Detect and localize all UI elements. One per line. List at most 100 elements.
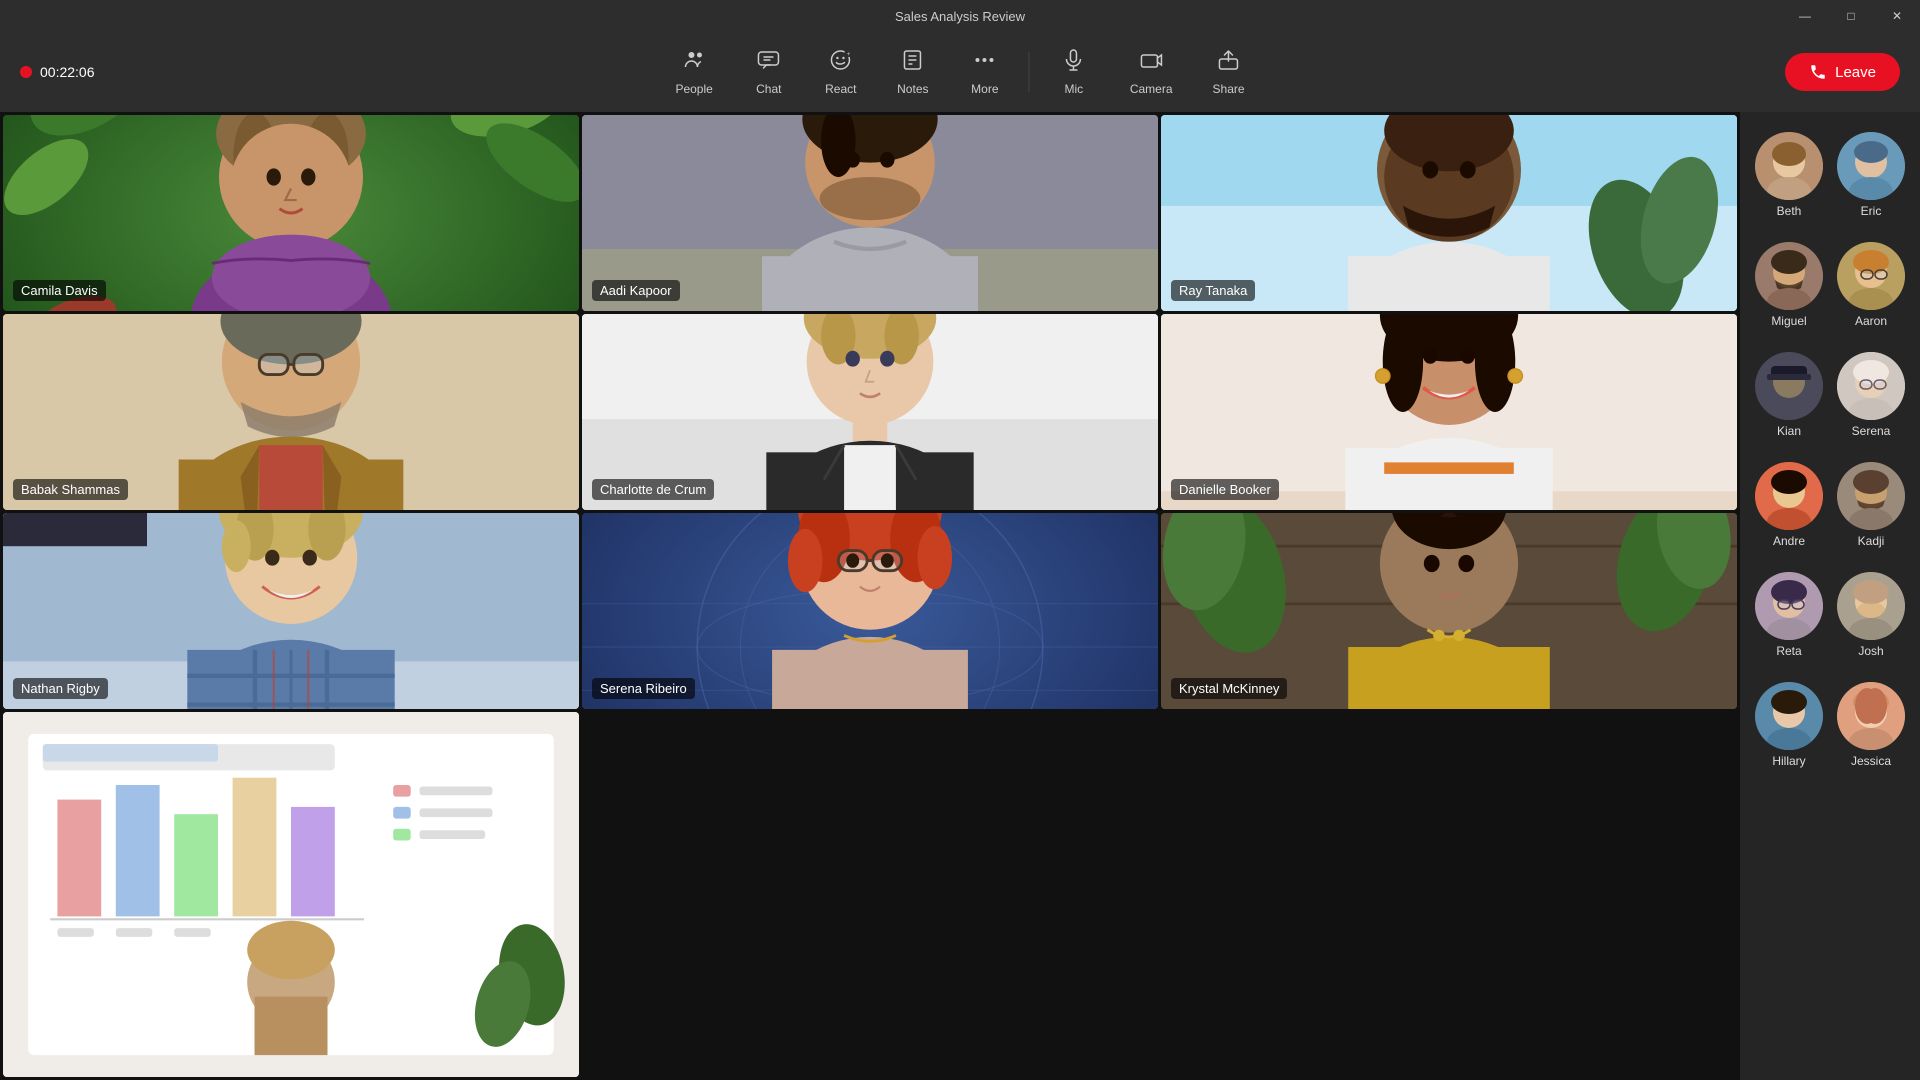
people-label: People — [675, 82, 712, 96]
video-cell-camila[interactable]: Camila Davis — [3, 115, 579, 311]
name-reta: Reta — [1776, 644, 1801, 658]
sidebar-item-miguel[interactable]: Miguel — [1751, 234, 1827, 336]
video-cell-serena-r[interactable]: Serena Ribeiro — [582, 513, 1158, 709]
camera-label: Camera — [1130, 82, 1173, 96]
share-label: Share — [1213, 82, 1245, 96]
name-jessica: Jessica — [1851, 754, 1891, 768]
sidebar-item-kadji[interactable]: Kadji — [1833, 454, 1909, 556]
sidebar-row-3: Andre Kadji — [1740, 450, 1920, 560]
label-aadi: Aadi Kapoor — [592, 280, 680, 301]
kian-avatar-img — [1755, 352, 1823, 420]
toolbar-center: People Chat — [659, 40, 1260, 104]
camera-icon — [1139, 48, 1163, 78]
title-bar: Sales Analysis Review — □ ✕ — [0, 0, 1920, 32]
camera-button[interactable]: Camera — [1114, 40, 1189, 104]
avatar-hillary — [1755, 682, 1823, 750]
avatar-serena — [1837, 352, 1905, 420]
share-icon — [1217, 48, 1241, 78]
aaron-avatar-img — [1837, 242, 1905, 310]
sidebar-item-reta[interactable]: Reta — [1751, 564, 1827, 666]
more-icon — [973, 48, 997, 78]
sidebar-item-andre[interactable]: Andre — [1751, 454, 1827, 556]
label-camila: Camila Davis — [13, 280, 106, 301]
svg-text:+: + — [847, 52, 851, 58]
sidebar-row-2: Kian Serena — [1740, 340, 1920, 450]
more-button[interactable]: More — [953, 40, 1017, 104]
people-icon — [682, 48, 706, 78]
avatar-andre — [1755, 462, 1823, 530]
react-label: React — [825, 82, 856, 96]
more-label: More — [971, 82, 998, 96]
maximize-button[interactable]: □ — [1828, 0, 1874, 32]
mic-icon — [1062, 48, 1086, 78]
name-aaron: Aaron — [1855, 314, 1887, 328]
leave-label: Leave — [1835, 64, 1876, 81]
hillary-avatar-img — [1755, 682, 1823, 750]
reta-avatar-img — [1755, 572, 1823, 640]
kadji-avatar-img — [1837, 462, 1905, 530]
chat-button[interactable]: Chat — [737, 40, 801, 104]
notes-label: Notes — [897, 82, 928, 96]
leave-button[interactable]: Leave — [1785, 53, 1900, 91]
close-button[interactable]: ✕ — [1874, 0, 1920, 32]
people-button[interactable]: People — [659, 40, 728, 104]
video-cell-ray[interactable]: Ray Tanaka — [1161, 115, 1737, 311]
mic-button[interactable]: Mic — [1042, 40, 1106, 104]
miguel-avatar-img — [1755, 242, 1823, 310]
recording-time: 00:22:06 — [40, 64, 95, 80]
name-hillary: Hillary — [1772, 754, 1805, 768]
sidebar-row-0: Beth Eric — [1740, 120, 1920, 230]
avatar-jessica — [1837, 682, 1905, 750]
recording-dot — [20, 66, 32, 78]
name-andre: Andre — [1773, 534, 1805, 548]
toolbar: 00:22:06 People — [0, 32, 1920, 112]
sidebar-item-aaron[interactable]: Aaron — [1833, 234, 1909, 336]
video-cell-danielle[interactable]: Danielle Booker — [1161, 314, 1737, 510]
window-title: Sales Analysis Review — [895, 9, 1025, 24]
recording-badge: 00:22:06 — [20, 64, 95, 80]
video-cell-aadi[interactable]: Aadi Kapoor — [582, 115, 1158, 311]
eric-avatar-img — [1837, 132, 1905, 200]
video-cell-nathan[interactable]: Nathan Rigby — [3, 513, 579, 709]
sidebar-item-josh[interactable]: Josh — [1833, 564, 1909, 666]
sidebar-item-kian[interactable]: Kian — [1751, 344, 1827, 446]
avatar-josh — [1837, 572, 1905, 640]
share-screen-svg — [3, 712, 579, 1077]
notes-icon — [901, 48, 925, 78]
label-ray: Ray Tanaka — [1171, 280, 1255, 301]
label-danielle: Danielle Booker — [1171, 479, 1279, 500]
sidebar-row-5: Hillary Jessica — [1740, 670, 1920, 780]
react-button[interactable]: + React — [809, 40, 873, 104]
sidebar-item-serena[interactable]: Serena — [1833, 344, 1909, 446]
notes-button[interactable]: Notes — [881, 40, 945, 104]
name-eric: Eric — [1861, 204, 1882, 218]
label-charlotte: Charlotte de Crum — [592, 479, 714, 500]
avatar-eric — [1837, 132, 1905, 200]
sidebar-item-jessica[interactable]: Jessica — [1833, 674, 1909, 776]
avatar-kadji — [1837, 462, 1905, 530]
video-cell-share[interactable] — [3, 712, 579, 1077]
avatar-reta — [1755, 572, 1823, 640]
share-button[interactable]: Share — [1197, 40, 1261, 104]
sidebar-item-eric[interactable]: Eric — [1833, 124, 1909, 226]
name-josh: Josh — [1858, 644, 1883, 658]
avatar-kian — [1755, 352, 1823, 420]
video-cell-babak[interactable]: Babak Shammas — [3, 314, 579, 510]
avatar-miguel — [1755, 242, 1823, 310]
label-nathan: Nathan Rigby — [13, 678, 108, 699]
sidebar-item-beth[interactable]: Beth — [1751, 124, 1827, 226]
toolbar-separator — [1029, 52, 1030, 92]
sidebar-row-1: Miguel Aaron — [1740, 230, 1920, 340]
name-miguel: Miguel — [1771, 314, 1806, 328]
name-beth: Beth — [1777, 204, 1802, 218]
name-serena: Serena — [1852, 424, 1891, 438]
label-krystal: Krystal McKinney — [1171, 678, 1287, 699]
label-serena-r: Serena Ribeiro — [592, 678, 695, 699]
sidebar-participants: Beth Eric — [1740, 112, 1920, 1080]
video-grid: Camila Davis — [0, 112, 1740, 1080]
video-cell-krystal[interactable]: Krystal McKinney — [1161, 513, 1737, 709]
minimize-button[interactable]: — — [1782, 0, 1828, 32]
andre-avatar-img — [1755, 462, 1823, 530]
video-cell-charlotte[interactable]: Charlotte de Crum — [582, 314, 1158, 510]
sidebar-item-hillary[interactable]: Hillary — [1751, 674, 1827, 776]
